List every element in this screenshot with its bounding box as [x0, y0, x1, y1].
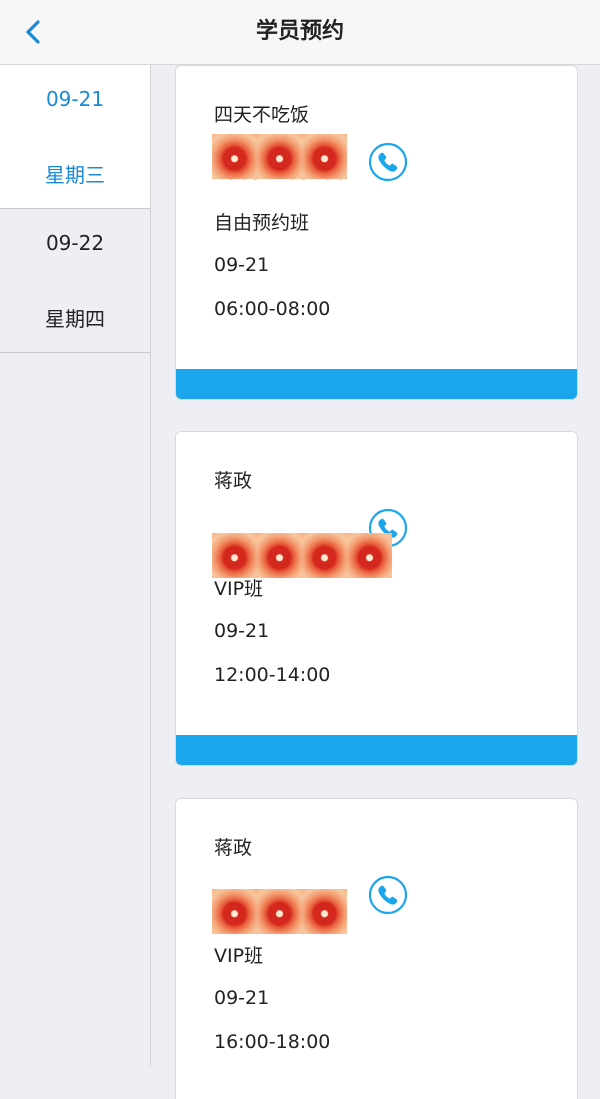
day-weekday: 星期三 — [45, 163, 105, 187]
appointment-card[interactable]: 四天不吃饭 13032203230 自由预约班 09-21 06:00-08:0… — [175, 65, 578, 400]
appointment-time: 06:00-08:00 — [214, 298, 331, 320]
day-date: 09-21 — [45, 87, 105, 111]
appointment-date: 09-21 — [214, 254, 270, 276]
day-date: 09-22 — [45, 231, 105, 255]
phone-mask-image — [212, 889, 347, 934]
student-name: 蒋政 — [214, 470, 253, 492]
phone-icon — [368, 142, 408, 182]
mask-tile — [212, 889, 257, 934]
appointment-time: 16:00-18:00 — [214, 1031, 331, 1053]
class-type: VIP班 — [214, 578, 264, 600]
card-action-bar[interactable] — [176, 369, 577, 399]
day-weekday: 星期四 — [45, 307, 105, 331]
class-type: 自由预约班 — [214, 212, 310, 234]
mask-tile — [347, 533, 392, 578]
phone-mask-image — [212, 533, 392, 578]
phone-icon — [368, 875, 408, 915]
mask-tile — [302, 889, 347, 934]
page-title: 学员预约 — [255, 19, 344, 44]
mask-tile — [257, 889, 302, 934]
mask-tile — [257, 134, 302, 179]
appointment-date: 09-21 — [214, 987, 270, 1009]
student-name: 四天不吃饭 — [214, 104, 310, 126]
phone-mask-image — [212, 134, 347, 179]
appointment-card[interactable]: 蒋政 VIP班 09-21 16:00-18:00 — [175, 798, 578, 1099]
mask-tile — [302, 134, 347, 179]
class-type: VIP班 — [214, 945, 264, 967]
mask-tile — [212, 533, 257, 578]
call-button[interactable] — [368, 875, 408, 915]
date-sidebar: 09-21 星期三 09-22 星期四 — [0, 65, 151, 1067]
student-name: 蒋政 — [214, 837, 253, 859]
appointment-date: 09-21 — [214, 620, 270, 642]
appointment-card[interactable]: 蒋政 VIP班 09-21 12:00-14:00 — [175, 431, 578, 766]
card-action-bar[interactable] — [176, 735, 577, 765]
mask-tile — [212, 134, 257, 179]
nav-bar: 学员预约 — [0, 0, 600, 65]
mask-tile — [257, 533, 302, 578]
appointment-time: 12:00-14:00 — [214, 664, 331, 686]
call-button[interactable] — [368, 142, 408, 182]
appointment-list: 四天不吃饭 13032203230 自由预约班 09-21 06:00-08:0… — [151, 65, 600, 1099]
mask-tile — [302, 533, 347, 578]
day-item-09-22[interactable]: 09-22 星期四 — [0, 209, 150, 353]
day-item-09-21[interactable]: 09-21 星期三 — [0, 65, 150, 209]
